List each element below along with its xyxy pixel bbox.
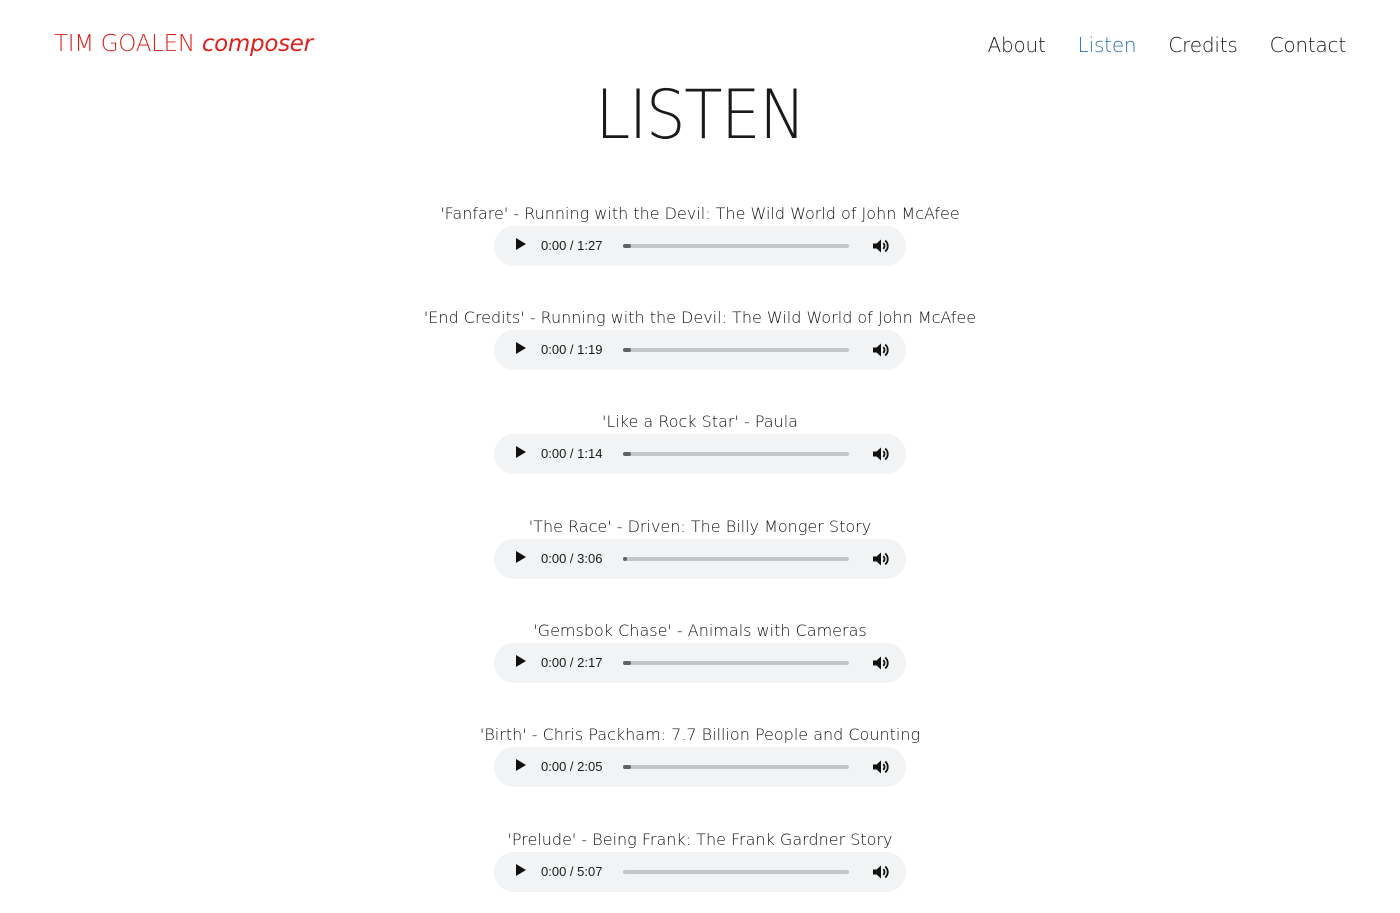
audio-player: 0:00 / 2:17 xyxy=(494,643,906,683)
site-title-link[interactable]: TIM GOALEN composer xyxy=(54,29,313,59)
play-icon[interactable] xyxy=(516,655,526,667)
site-name: TIM GOALEN xyxy=(54,31,195,57)
time-display: 0:00 / 1:19 xyxy=(541,342,603,357)
audio-player: 0:00 / 2:05 xyxy=(494,747,906,787)
volume-icon[interactable] xyxy=(872,446,890,462)
play-icon[interactable] xyxy=(516,759,526,771)
play-icon[interactable] xyxy=(516,551,526,563)
time-display: 0:00 / 1:14 xyxy=(541,446,603,461)
time-display: 0:00 / 3:06 xyxy=(541,551,603,566)
track-title: 'Prelude' - Being Frank: The Frank Gardn… xyxy=(507,830,893,849)
track-item: 'End Credits' - Running with the Devil: … xyxy=(0,304,1400,384)
seek-bar[interactable] xyxy=(623,765,849,769)
track-item: 'The Race' - Driven: The Billy Monger St… xyxy=(0,513,1400,593)
main-nav: About Listen Credits Contact xyxy=(988,30,1347,60)
track-title: 'The Race' - Driven: The Billy Monger St… xyxy=(528,517,872,536)
track-title: 'Gemsbok Chase' - Animals with Cameras xyxy=(533,621,867,640)
volume-icon[interactable] xyxy=(872,864,890,880)
time-display: 0:00 / 5:07 xyxy=(541,864,603,879)
track-item: 'Like a Rock Star' - Paula 0:00 / 1:14 xyxy=(0,408,1400,488)
seek-bar[interactable] xyxy=(623,452,849,456)
volume-icon[interactable] xyxy=(872,759,890,775)
site-role: composer xyxy=(201,31,313,57)
time-display: 0:00 / 2:17 xyxy=(541,655,603,670)
audio-player: 0:00 / 5:07 xyxy=(494,852,906,892)
seek-bar[interactable] xyxy=(623,244,849,248)
track-item: 'Birth' - Chris Packham: 7.7 Billion Peo… xyxy=(0,721,1400,801)
seek-bar[interactable] xyxy=(623,870,849,874)
audio-player: 0:00 / 1:27 xyxy=(494,226,906,266)
volume-icon[interactable] xyxy=(872,342,890,358)
volume-icon[interactable] xyxy=(872,655,890,671)
track-title: 'Fanfare' - Running with the Devil: The … xyxy=(440,204,960,223)
seek-progress xyxy=(623,348,631,352)
track-title: 'Like a Rock Star' - Paula xyxy=(602,412,798,431)
nav-listen[interactable]: Listen xyxy=(1078,30,1137,60)
track-title: 'End Credits' - Running with the Devil: … xyxy=(423,308,977,327)
nav-contact[interactable]: Contact xyxy=(1270,30,1347,60)
seek-bar[interactable] xyxy=(623,661,849,665)
audio-player: 0:00 / 3:06 xyxy=(494,539,906,579)
seek-progress xyxy=(623,557,627,561)
audio-player: 0:00 / 1:14 xyxy=(494,434,906,474)
seek-progress xyxy=(623,244,631,248)
track-item: 'Gemsbok Chase' - Animals with Cameras 0… xyxy=(0,617,1400,697)
play-icon[interactable] xyxy=(516,864,526,876)
seek-progress xyxy=(623,452,631,456)
seek-bar[interactable] xyxy=(623,348,849,352)
nav-about[interactable]: About xyxy=(988,30,1046,60)
volume-icon[interactable] xyxy=(872,238,890,254)
track-item: 'Prelude' - Being Frank: The Frank Gardn… xyxy=(0,826,1400,906)
play-icon[interactable] xyxy=(516,342,526,354)
seek-progress xyxy=(623,765,631,769)
play-icon[interactable] xyxy=(516,446,526,458)
nav-credits[interactable]: Credits xyxy=(1168,30,1237,60)
time-display: 0:00 / 2:05 xyxy=(541,759,603,774)
play-icon[interactable] xyxy=(516,238,526,250)
track-title: 'Birth' - Chris Packham: 7.7 Billion Peo… xyxy=(479,725,921,744)
page: TIM GOALEN composer About Listen Credits… xyxy=(0,0,1400,913)
volume-icon[interactable] xyxy=(872,551,890,567)
time-display: 0:00 / 1:27 xyxy=(541,238,603,253)
seek-bar[interactable] xyxy=(623,557,849,561)
audio-player: 0:00 / 1:19 xyxy=(494,330,906,370)
track-item: 'Fanfare' - Running with the Devil: The … xyxy=(0,200,1400,280)
page-heading: LISTEN xyxy=(595,76,806,155)
seek-progress xyxy=(623,661,631,665)
